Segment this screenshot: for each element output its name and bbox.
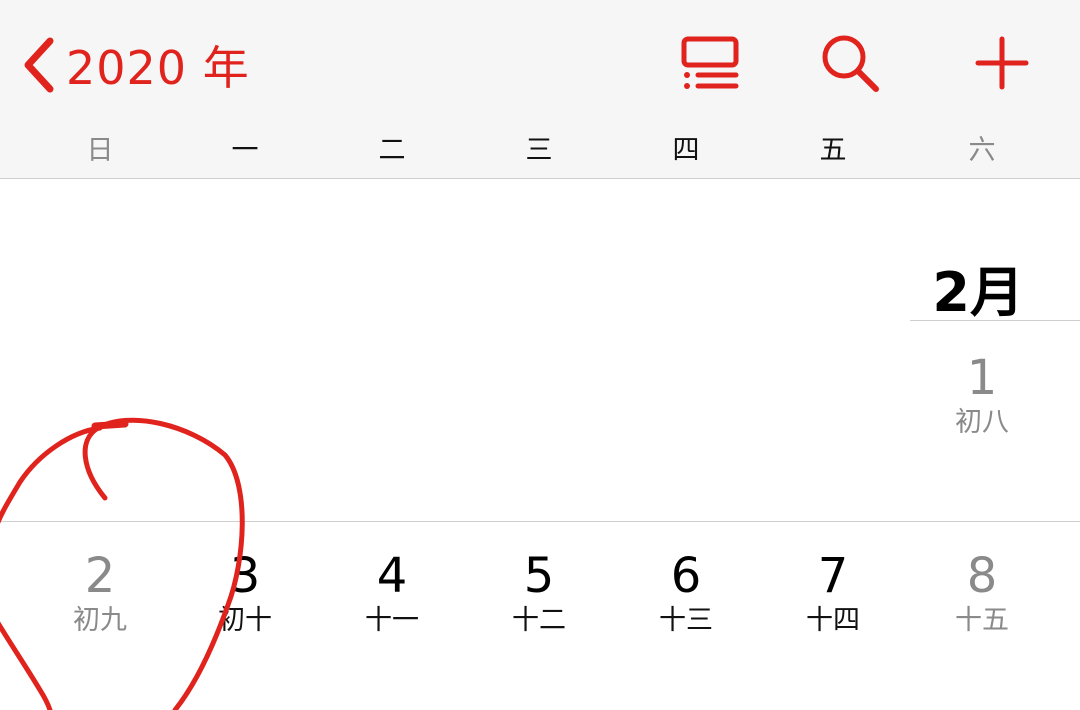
calendar-day-cell[interactable]: 1 初八 — [922, 350, 1042, 440]
day-number: 4 — [376, 548, 408, 604]
lunar-date: 十三 — [659, 605, 713, 636]
day-number: 2 — [84, 548, 116, 604]
weekday-label-sunday: 日 — [86, 135, 114, 166]
weekday-label-saturday: 六 — [968, 135, 996, 166]
list-view-icon — [678, 33, 742, 97]
day-number: 1 — [966, 350, 998, 406]
calendar-day-cell[interactable]: 6 十三 — [626, 548, 746, 638]
lunar-date: 初八 — [955, 407, 1009, 438]
weekday-header-row: 日 一 二 三 四 五 六 — [0, 128, 1080, 174]
calendar-day-cell[interactable]: 2 初九 — [40, 548, 160, 638]
calendar-day-cell[interactable]: 4 十一 — [332, 548, 452, 638]
search-icon — [819, 32, 881, 98]
lunar-date: 十二 — [512, 605, 566, 636]
weekday-label-monday: 一 — [231, 135, 259, 166]
back-to-year-button[interactable]: 2020 年 — [22, 30, 250, 100]
day-number: 5 — [523, 548, 555, 604]
navigation-header: 2020 年 日 一 二 三 四 五 六 — [0, 0, 1080, 179]
weekday-label-tuesday: 二 — [378, 135, 406, 166]
day-number: 7 — [817, 548, 849, 604]
month-title: 2月 — [932, 261, 1024, 324]
chevron-left-icon — [22, 36, 56, 94]
calendar-day-cell[interactable]: 5 十二 — [479, 548, 599, 638]
search-button[interactable] — [810, 30, 890, 100]
day-number: 6 — [670, 548, 702, 604]
add-event-button[interactable] — [962, 30, 1042, 100]
calendar-day-cell[interactable]: 8 十五 — [922, 548, 1042, 638]
month-divider — [910, 320, 1080, 321]
weekday-label-friday: 五 — [819, 135, 847, 166]
list-view-button[interactable] — [670, 30, 750, 100]
weekday-label-thursday: 四 — [672, 135, 700, 166]
lunar-date: 初九 — [73, 605, 127, 636]
lunar-date: 初十 — [218, 605, 272, 636]
day-number: 3 — [229, 548, 261, 604]
lunar-date: 十一 — [365, 605, 419, 636]
calendar-screen: 2020 年 日 一 二 三 四 五 六 2月 1 初八 2 初九 3 初十 4… — [0, 0, 1080, 710]
weekday-label-wednesday: 三 — [525, 135, 553, 166]
lunar-date: 十五 — [955, 605, 1009, 636]
back-button-label: 2020 年 — [66, 41, 250, 95]
week-divider — [0, 521, 1080, 522]
calendar-day-cell[interactable]: 7 十四 — [773, 548, 893, 638]
add-icon — [974, 35, 1030, 95]
calendar-day-cell[interactable]: 3 初十 — [185, 548, 305, 638]
day-number: 8 — [966, 548, 998, 604]
lunar-date: 十四 — [806, 605, 860, 636]
